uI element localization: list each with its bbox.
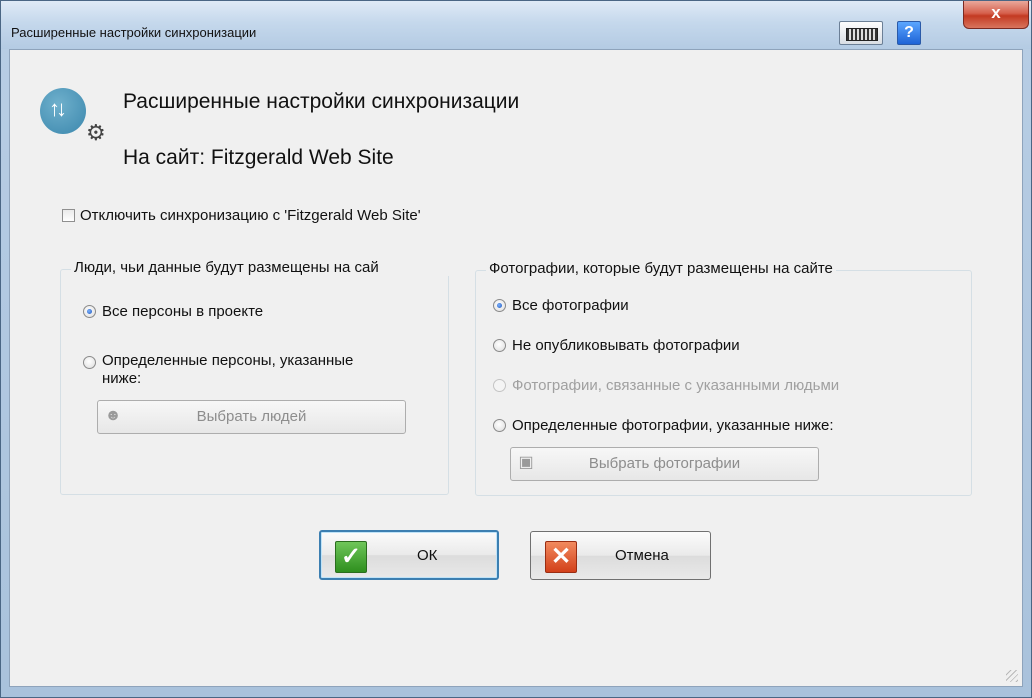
radio-all-photos-label: Все фотографии	[512, 297, 629, 314]
dialog-heading: Расширенные настройки синхронизации	[123, 90, 520, 113]
radio-specific-persons-label-line1: Определенные персоны, указанные	[102, 352, 354, 369]
title-bar[interactable]: Расширенные настройки синхронизации ? x	[1, 1, 1031, 49]
radio-no-photos-button[interactable]	[493, 339, 506, 352]
disable-sync-label: Отключить синхронизацию с 'Fitzgerald We…	[80, 207, 421, 224]
radio-all-persons-button[interactable]	[83, 305, 96, 318]
radio-specific-photos-button[interactable]	[493, 419, 506, 432]
gear-icon: ⚙	[86, 120, 106, 145]
close-button[interactable]: x	[963, 1, 1029, 29]
keyboard-icon	[846, 28, 878, 41]
radio-linked-photos-button	[493, 379, 506, 392]
cross-icon: ✕	[545, 541, 577, 573]
select-people-button[interactable]: ☻ Выбрать людей	[97, 400, 406, 434]
resize-grip[interactable]	[1006, 670, 1018, 682]
radio-all-photos-button[interactable]	[493, 299, 506, 312]
people-group: Люди, чьи данные будут размещены на сай …	[60, 259, 449, 495]
cancel-button[interactable]: ✕ Отмена	[530, 531, 711, 580]
person-icon: ☻	[104, 407, 122, 424]
radio-specific-persons-button[interactable]	[83, 356, 96, 369]
select-photos-label: Выбрать фотографии	[588, 455, 741, 472]
select-photos-button[interactable]: ▣ Выбрать фотографии	[510, 447, 819, 481]
photos-group-legend: Фотографии, которые будут размещены на с…	[486, 260, 836, 277]
close-icon: x	[991, 3, 1001, 22]
radio-no-photos-label: Не опубликовывать фотографии	[512, 337, 740, 354]
radio-specific-persons-label-line2: ниже:	[102, 370, 142, 387]
dialog-content: ↑↓ ⚙ Расширенные настройки синхронизации…	[9, 49, 1023, 687]
sync-settings-icon: ↑↓	[40, 88, 86, 134]
people-group-legend: Люди, чьи данные будут размещены на сай	[71, 259, 449, 276]
select-people-label: Выбрать людей	[196, 408, 307, 425]
help-button[interactable]: ?	[897, 21, 921, 45]
cancel-label: Отмена	[615, 547, 669, 564]
keyboard-button[interactable]	[839, 21, 883, 45]
radio-all-persons-label: Все персоны в проекте	[102, 303, 264, 320]
site-subheading: На сайт: Fitzgerald Web Site	[123, 146, 394, 169]
ok-button[interactable]: ✓ ОК	[319, 530, 499, 580]
radio-linked-photos-label: Фотографии, связанные с указанными людьм…	[512, 377, 840, 394]
checkmark-icon: ✓	[335, 541, 367, 573]
ok-label: ОК	[417, 547, 438, 564]
photos-group: Фотографии, которые будут размещены на с…	[475, 260, 972, 496]
radio-specific-photos-label: Определенные фотографии, указанные ниже:	[512, 417, 834, 434]
dialog-window: Расширенные настройки синхронизации ? x …	[0, 0, 1032, 698]
photo-icon: ▣	[518, 454, 534, 471]
disable-sync-checkbox[interactable]	[62, 209, 75, 222]
window-title: Расширенные настройки синхронизации	[11, 25, 257, 40]
